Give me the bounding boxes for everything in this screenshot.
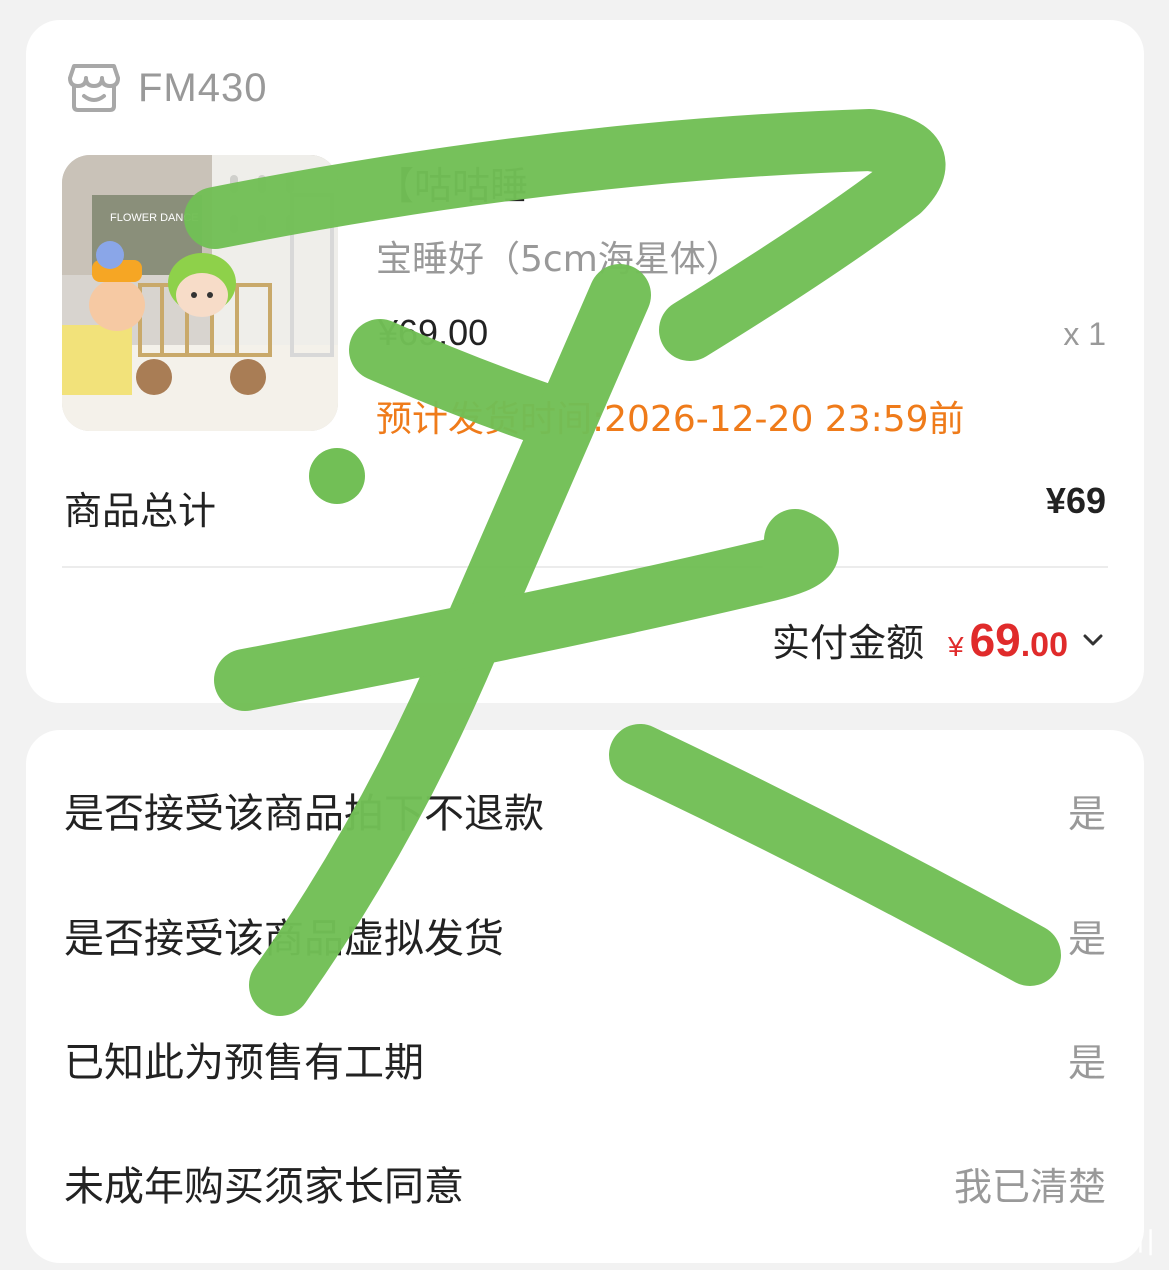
order-card: FM430 FLOWER DANCE 【咕咕睡 宝睡好（5cm海星体） ¥69.… [26,20,1144,703]
paid-amount-label: 实付金额 [771,621,924,665]
watermark: @橘络星川 [955,1218,1155,1262]
purchase-confirmations-card: 是否接受该商品拍下不退款 是 是否接受该商品虚拟发货 是 已知此为预售有工期 是… [26,730,1144,1263]
confirm-row-presale[interactable]: 已知此为预售有工期 是 [64,1024,1106,1094]
paid-amount-integer: 69 [969,614,1021,666]
product-image[interactable]: FLOWER DANCE [62,155,338,431]
weibo-icon [955,1225,997,1257]
chevron-down-icon[interactable] [1082,633,1104,647]
confirm-label: 已知此为预售有工期 [64,1040,424,1086]
confirm-row-minor-consent[interactable]: 未成年购买须家长同意 我已清楚 [64,1148,1106,1218]
shop-header[interactable]: FM430 [66,60,268,116]
product-spec: 宝睡好（5cm海星体） [376,239,742,280]
watermark-text: @橘络星川 [1005,1226,1155,1261]
product-title[interactable]: 【咕咕睡 [376,155,1096,210]
subtotal-value: ¥69 [1045,480,1106,521]
confirm-value: 是 [1067,1040,1106,1085]
paid-currency: ¥ [947,631,964,662]
shop-name: FM430 [138,65,268,110]
product-photo-illustration: FLOWER DANCE [62,155,338,431]
confirm-row-virtual-shipping[interactable]: 是否接受该商品虚拟发货 是 [64,900,1106,970]
confirm-value: 是 [1067,916,1106,961]
product-price: ¥69.00 [378,312,489,353]
confirm-label: 是否接受该商品拍下不退款 [64,791,544,837]
confirm-row-no-refund[interactable]: 是否接受该商品拍下不退款 是 [64,775,1106,845]
divider [62,566,1108,568]
confirm-label: 是否接受该商品虚拟发货 [64,916,504,962]
paid-amount-row[interactable]: 实付金额 ¥ 69 .00 [772,612,1104,667]
confirm-label: 未成年购买须家长同意 [64,1164,464,1210]
subtotal-label: 商品总计 [64,489,217,533]
thumb-caption: FLOWER DANCE [110,212,199,224]
confirm-value: 是 [1067,791,1106,836]
estimated-ship-time: 预计发货时间:2026-12-20 23:59前 [376,399,965,440]
confirm-value: 我已清楚 [953,1164,1106,1209]
paid-amount-decimal: .00 [1020,626,1068,664]
store-icon [68,64,120,112]
product-quantity: x 1 [1063,316,1106,352]
